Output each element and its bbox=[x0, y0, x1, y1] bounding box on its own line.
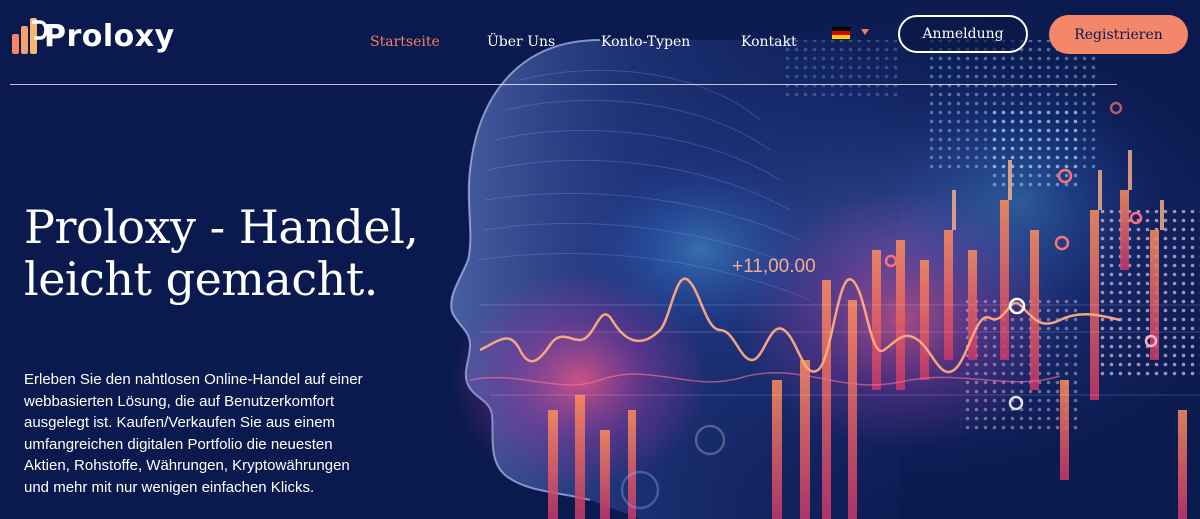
flag-germany-icon bbox=[832, 27, 850, 39]
site-header: Proloxy Startseite Über Uns Konto-Typen … bbox=[0, 0, 1200, 86]
hero-title: Proloxy - Handel, leicht gemacht. bbox=[24, 200, 419, 306]
language-selector[interactable] bbox=[832, 26, 874, 42]
logo[interactable]: Proloxy bbox=[10, 12, 175, 60]
nav-item-konto-typen[interactable]: Konto-Typen bbox=[601, 34, 690, 50]
hero-description: Erleben Sie den nahtlosen Online-Handel … bbox=[24, 371, 363, 496]
brand-name: Proloxy bbox=[44, 18, 175, 54]
caret-down-icon bbox=[861, 29, 869, 35]
login-button[interactable]: Anmeldung bbox=[898, 15, 1028, 53]
header-divider bbox=[10, 84, 1117, 85]
register-button[interactable]: Registrieren bbox=[1049, 15, 1188, 54]
hero-price-label: +11,00.00 bbox=[732, 256, 816, 277]
nav-item-kontakt[interactable]: Kontakt bbox=[741, 34, 797, 50]
nav-item-ueber-uns[interactable]: Über Uns bbox=[487, 34, 555, 50]
logo-bars-icon bbox=[12, 18, 48, 54]
landing-page: +11,00.00 Proloxy Startseite Über Uns Ko… bbox=[0, 0, 1200, 519]
nav-item-startseite[interactable]: Startseite bbox=[370, 34, 440, 50]
